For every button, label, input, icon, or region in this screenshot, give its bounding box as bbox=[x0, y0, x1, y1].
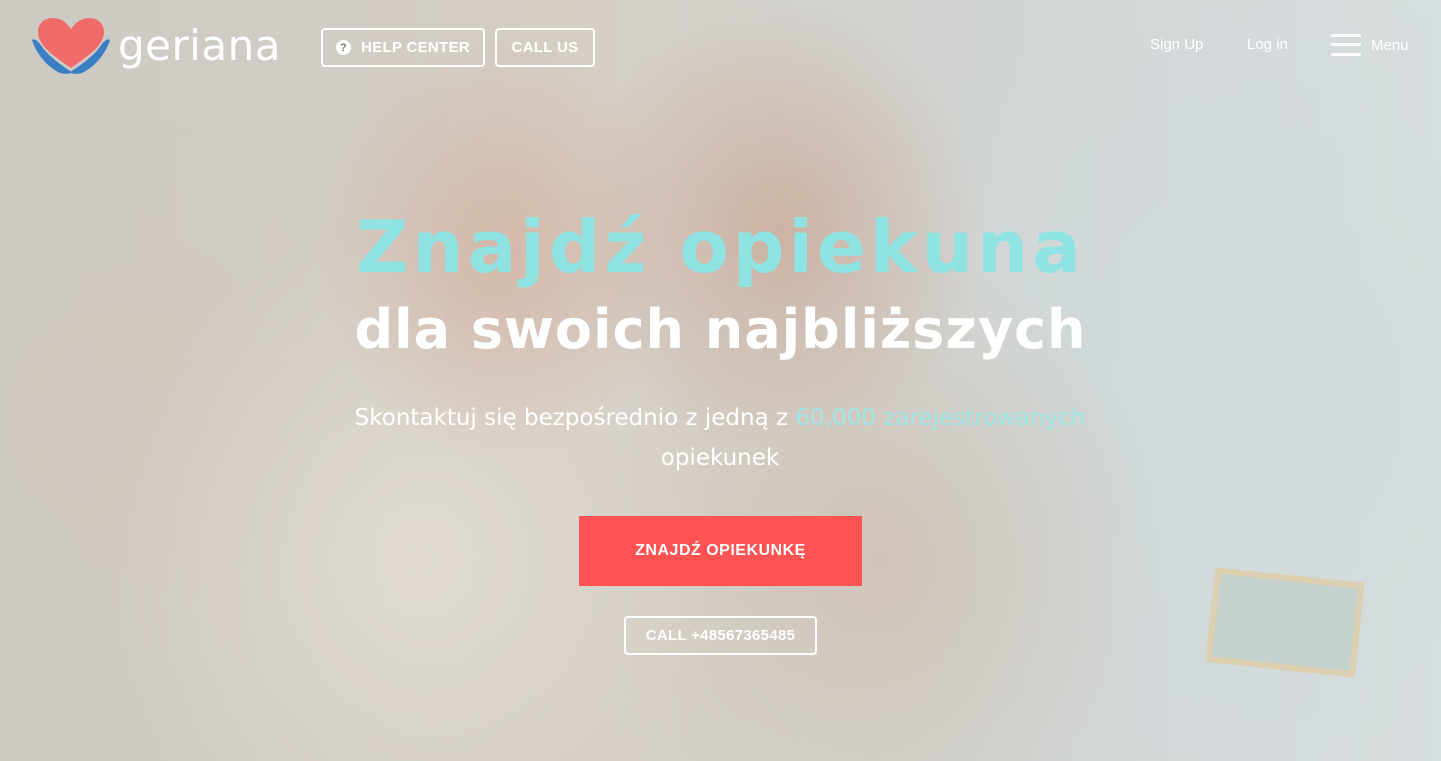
hero-content: Znajdź opiekuna dla swoich najbliższych … bbox=[0, 0, 1441, 761]
call-us-button[interactable]: CALL US bbox=[495, 28, 595, 67]
top-navigation: geriana ? HELP CENTER CALL US Sign Up Lo… bbox=[0, 0, 1441, 94]
hamburger-icon bbox=[1331, 33, 1361, 57]
menu-label: Menu bbox=[1371, 36, 1409, 54]
logo[interactable]: geriana bbox=[30, 16, 281, 78]
heart-hands-icon bbox=[32, 18, 110, 74]
help-center-button[interactable]: ? HELP CENTER bbox=[321, 28, 485, 67]
hero-title-line2: dla swoich najbliższych bbox=[354, 298, 1087, 361]
sign-up-link[interactable]: Sign Up bbox=[1150, 36, 1203, 53]
hero-title-line1: Znajdź opiekuna bbox=[356, 205, 1085, 289]
find-caregiver-button[interactable]: ZNAJDŹ OPIEKUNKĘ bbox=[579, 516, 862, 586]
subtitle-accent: 60,000 zarejestrowanych bbox=[795, 405, 1086, 431]
question-circle-icon: ? bbox=[336, 40, 352, 55]
brand-name: geriana bbox=[118, 20, 282, 70]
help-center-label: HELP CENTER bbox=[361, 39, 470, 56]
subtitle-suffix: opiekunek bbox=[660, 445, 780, 471]
call-phone-button[interactable]: CALL +48567365485 bbox=[624, 616, 817, 655]
menu-button[interactable]: Menu bbox=[1331, 33, 1409, 57]
hero-section: geriana ? HELP CENTER CALL US Sign Up Lo… bbox=[0, 0, 1441, 761]
log-in-link[interactable]: Log in bbox=[1247, 36, 1288, 53]
subtitle-prefix: Skontaktuj się bezpośrednio z jedną z bbox=[354, 405, 796, 431]
hero-subtitle: Skontaktuj się bezpośrednio z jedną z 60… bbox=[340, 398, 1100, 478]
